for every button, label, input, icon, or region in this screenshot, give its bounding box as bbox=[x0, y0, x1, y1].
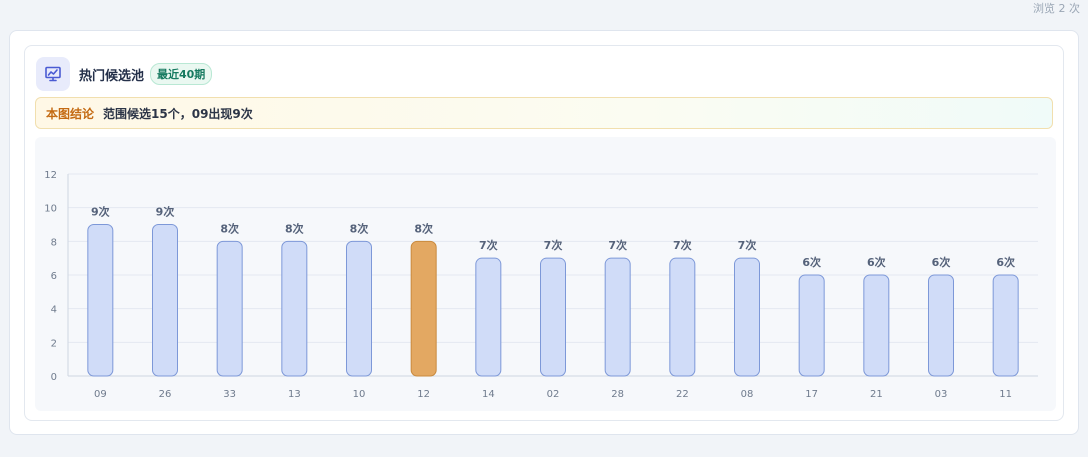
bar-11 bbox=[992, 274, 1019, 377]
x-tick-label: 02 bbox=[547, 389, 560, 400]
x-tick-label: 17 bbox=[805, 389, 818, 400]
bar-10 bbox=[346, 240, 372, 377]
x-tick-label: 12 bbox=[417, 389, 430, 400]
conclusion-banner: 本图结论 范围候选15个，09出现9次 bbox=[35, 97, 1053, 129]
bar-22 bbox=[669, 257, 696, 377]
conclusion-text: 范围候选15个，09出现9次 bbox=[103, 106, 253, 121]
x-tick-label: 10 bbox=[353, 389, 366, 400]
bar-02 bbox=[540, 257, 566, 377]
y-tick-label: 12 bbox=[44, 170, 57, 181]
data-label: 8次 bbox=[414, 221, 433, 235]
x-tick-label: 26 bbox=[159, 389, 172, 400]
x-tick-label: 09 bbox=[94, 389, 107, 400]
chart-card: 热门候选池 最近40期 本图结论 范围候选15个，09出现9次 0 2 4 6 8 10 1… bbox=[24, 45, 1064, 421]
x-tick-label: 21 bbox=[870, 389, 883, 400]
data-label: 6次 bbox=[867, 255, 886, 269]
chart-plot-area: 0 2 4 6 8 10 12 9次 09 9次 26 8次 33 8次 13 8次 10 8次 12 7次 14 7次 0… bbox=[35, 137, 1056, 411]
bar-14 bbox=[475, 257, 502, 377]
data-label: 7次 bbox=[738, 238, 757, 252]
data-label: 7次 bbox=[608, 238, 627, 252]
bar-chart: 0246810129次099次268次338次138次108次127次147次0… bbox=[44, 170, 1038, 400]
data-label: 8次 bbox=[350, 221, 369, 235]
period-badge: 最近40期 bbox=[150, 63, 213, 85]
bar-12 bbox=[410, 240, 437, 377]
data-label: 6次 bbox=[802, 255, 821, 269]
y-tick-label: 2 bbox=[51, 338, 57, 349]
chart-presentation-icon bbox=[36, 57, 70, 91]
card-title: 热门候选池 bbox=[79, 69, 145, 84]
y-tick-label: 4 bbox=[51, 305, 57, 316]
data-label: 9次 bbox=[91, 205, 110, 219]
data-label: 6次 bbox=[932, 255, 951, 269]
view-count: 浏览 2 次 bbox=[1033, 2, 1080, 15]
bar-09 bbox=[87, 224, 114, 377]
bar-28 bbox=[604, 257, 631, 377]
data-label: 7次 bbox=[479, 238, 498, 252]
x-tick-label: 33 bbox=[223, 389, 236, 400]
y-tick-label: 10 bbox=[44, 204, 57, 215]
data-label: 9次 bbox=[156, 205, 175, 219]
x-tick-label: 11 bbox=[999, 389, 1012, 400]
data-label: 8次 bbox=[285, 221, 304, 235]
data-label: 6次 bbox=[996, 255, 1015, 269]
bar-26 bbox=[152, 224, 178, 377]
bar-08 bbox=[734, 257, 760, 377]
data-label: 8次 bbox=[220, 221, 239, 235]
bar-13 bbox=[281, 240, 308, 377]
x-tick-label: 13 bbox=[288, 389, 301, 400]
x-tick-label: 08 bbox=[741, 389, 754, 400]
x-tick-label: 03 bbox=[935, 389, 948, 400]
outer-panel: 热门候选池 最近40期 本图结论 范围候选15个，09出现9次 0 2 4 6 8 10 1… bbox=[9, 30, 1079, 435]
y-tick-label: 0 bbox=[51, 372, 57, 383]
data-label: 7次 bbox=[544, 238, 563, 252]
data-label: 7次 bbox=[673, 238, 692, 252]
bar-17 bbox=[798, 274, 825, 377]
bar-21 bbox=[863, 274, 890, 377]
y-tick-label: 8 bbox=[51, 237, 57, 248]
bar-03 bbox=[928, 274, 954, 377]
x-tick-label: 28 bbox=[611, 389, 624, 400]
bar-33 bbox=[216, 240, 243, 377]
y-tick-label: 6 bbox=[51, 271, 57, 282]
x-tick-label: 22 bbox=[676, 389, 689, 400]
conclusion-label: 本图结论 bbox=[46, 106, 95, 121]
x-tick-label: 14 bbox=[482, 389, 495, 400]
